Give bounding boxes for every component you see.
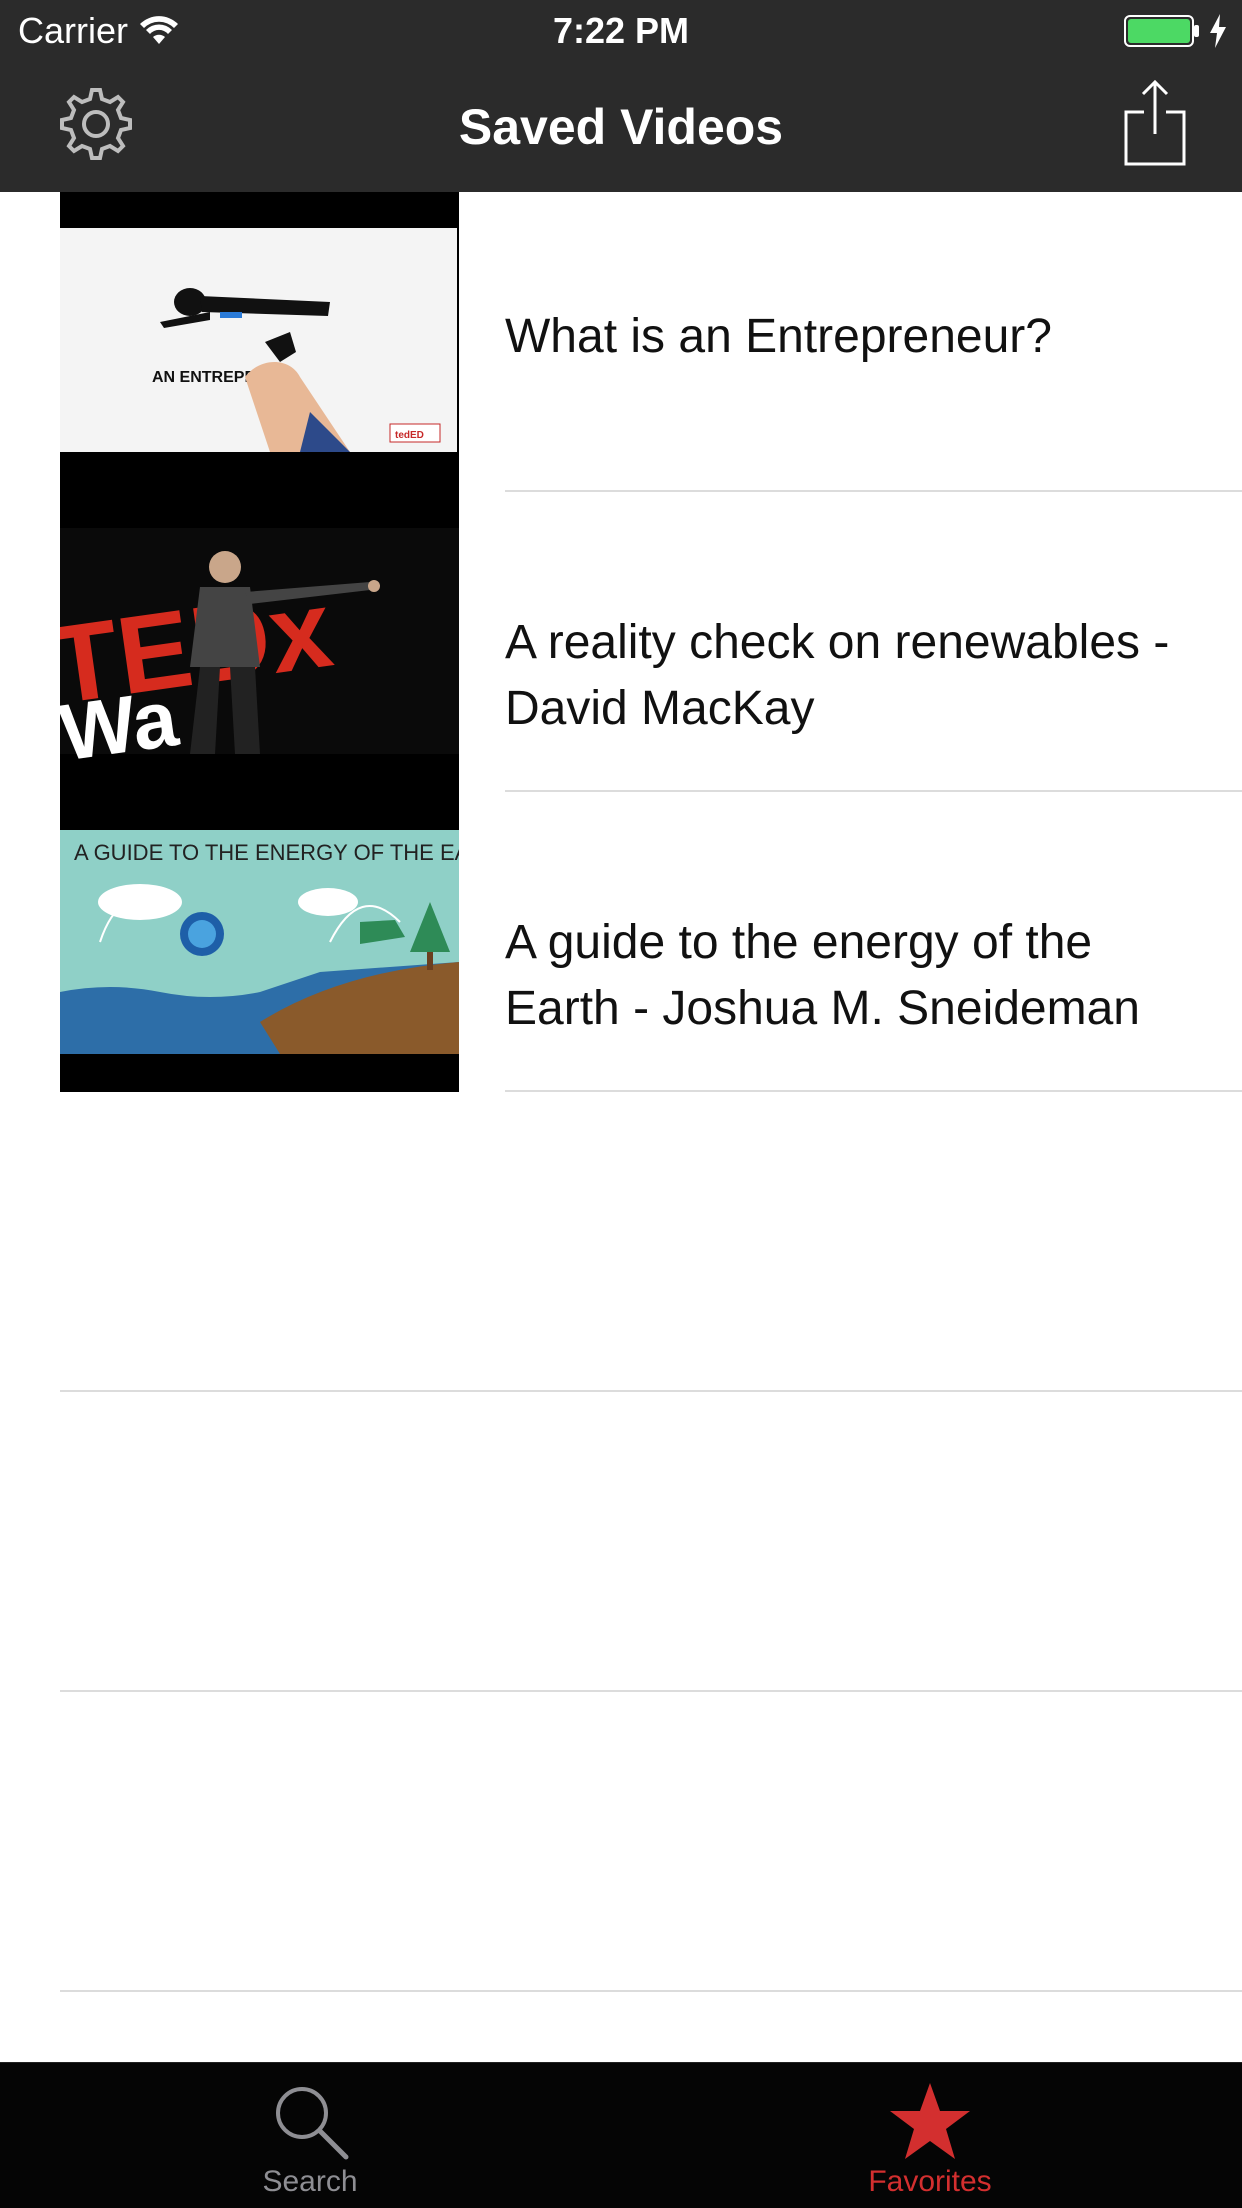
- video-thumbnail: AN ENTREPRE tedED: [60, 192, 459, 492]
- tab-bar: Search Favorites: [0, 2062, 1242, 2208]
- tab-search-label: Search: [262, 2165, 358, 2198]
- tab-favorites[interactable]: Favorites: [780, 2063, 1080, 2208]
- search-icon: [276, 2087, 349, 2160]
- tedx-thumbnail-image: TEDx Wa: [60, 492, 459, 792]
- tab-favorites-label: Favorites: [868, 2165, 992, 2198]
- energy-earth-thumbnail-image: A GUIDE TO THE ENERGY OF THE EARTH: [60, 792, 459, 1092]
- status-bar: Carrier 7:22 PM: [0, 0, 1242, 62]
- share-icon[interactable]: [1124, 78, 1186, 166]
- battery-full-icon: [1124, 15, 1199, 47]
- tab-search[interactable]: Search: [160, 2063, 460, 2208]
- row-separator: [505, 1090, 1242, 1092]
- video-thumbnail: A GUIDE TO THE ENERGY OF THE EARTH: [60, 792, 459, 1092]
- saved-videos-list: AN ENTREPRE tedED What is an Entrepreneu…: [0, 192, 1242, 2062]
- row-separator: [60, 1690, 1242, 1692]
- navigation-bar: Saved Videos: [0, 62, 1242, 192]
- star-icon: [890, 2083, 970, 2159]
- status-time: 7:22 PM: [552, 10, 690, 51]
- whiteboard-thumbnail-image: AN ENTREPRE tedED: [60, 192, 459, 492]
- video-row[interactable]: A GUIDE TO THE ENERGY OF THE EARTH: [0, 792, 1242, 1092]
- video-thumbnail: TEDx Wa: [60, 492, 459, 792]
- svg-text:Wa: Wa: [60, 673, 183, 777]
- page-title: Saved Videos: [458, 99, 784, 155]
- video-title: What is an Entrepreneur?: [505, 310, 1052, 363]
- video-row[interactable]: AN ENTREPRE tedED What is an Entrepreneu…: [0, 192, 1242, 492]
- video-row[interactable]: TEDx Wa A reality check on renewables - …: [0, 492, 1242, 792]
- svg-text:tedED: tedED: [395, 430, 424, 441]
- row-separator: [60, 1990, 1242, 1992]
- video-title: A reality check on renewables - David Ma…: [505, 616, 1170, 735]
- thumbnail-caption: A GUIDE TO THE ENERGY OF THE EARTH: [74, 840, 459, 865]
- battery-indicator: [1124, 14, 1228, 48]
- video-title: A guide to the energy of the Earth - Jos…: [505, 916, 1140, 1035]
- bolt-icon: [1210, 14, 1226, 48]
- row-separator: [60, 1390, 1242, 1392]
